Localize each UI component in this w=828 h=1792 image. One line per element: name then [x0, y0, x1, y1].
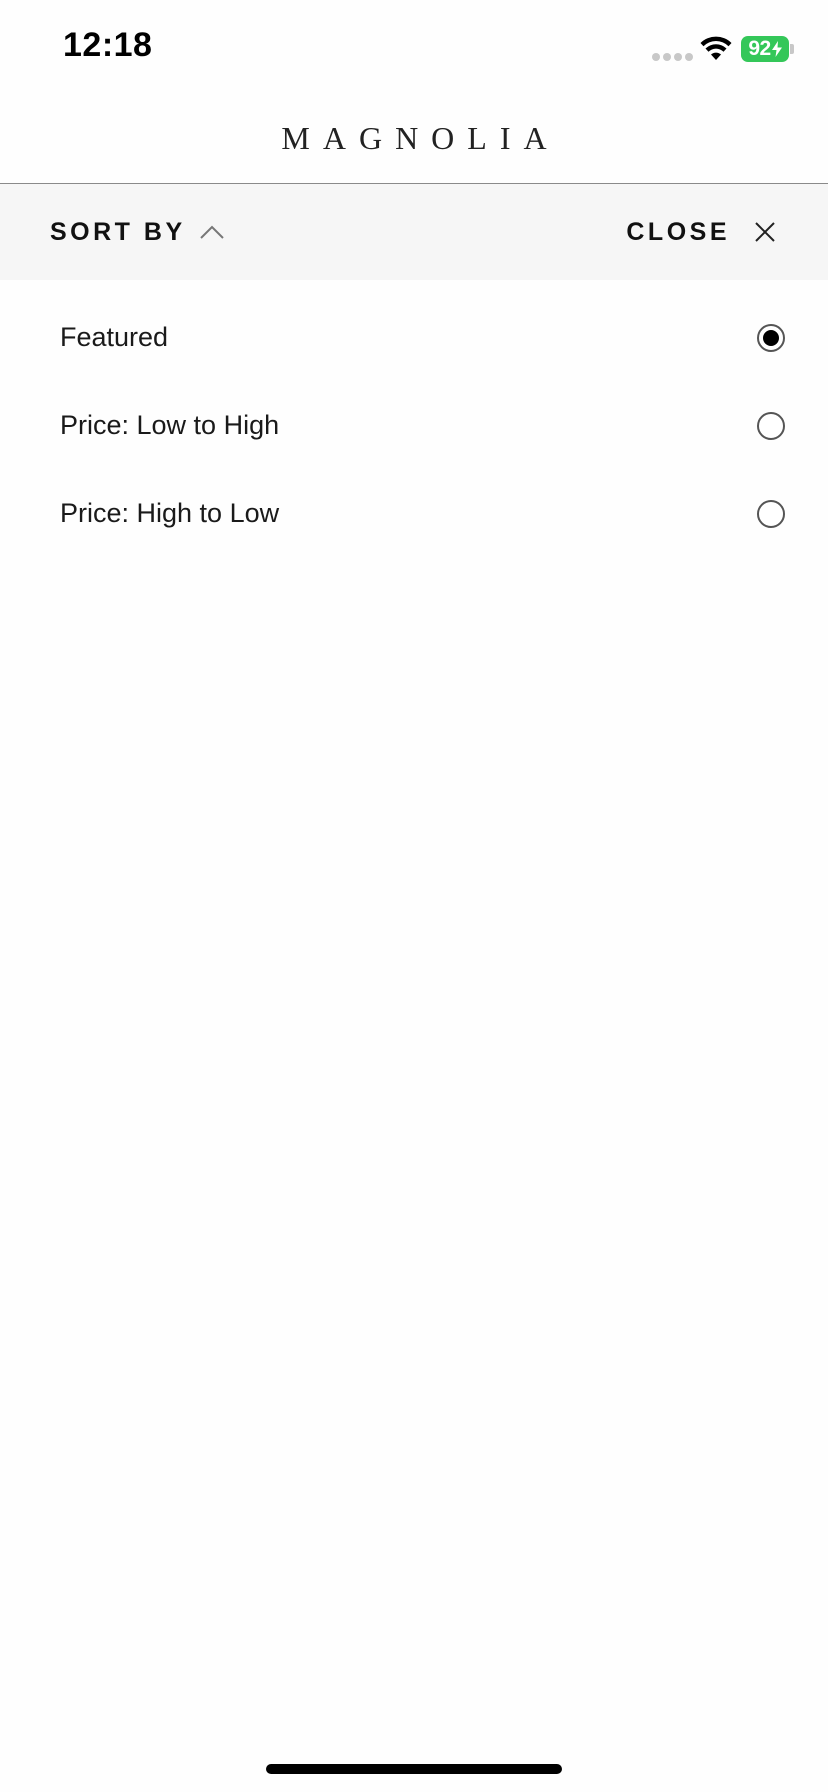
option-label: Featured	[60, 322, 169, 352]
sort-by-label: SORT BY	[50, 217, 186, 246]
option-label: Price: Low to High	[60, 410, 280, 440]
close-button[interactable]: CLOSE	[626, 184, 776, 280]
sort-options-list: Featured Price: Low to High Price: High …	[0, 296, 828, 560]
chevron-up-icon	[199, 225, 224, 239]
wifi-icon	[700, 36, 732, 60]
sort-option-price-high-to-low[interactable]: Price: High to Low	[0, 472, 828, 560]
radio-button[interactable]	[757, 412, 785, 440]
sort-option-featured[interactable]: Featured	[0, 296, 828, 384]
close-icon	[755, 222, 775, 242]
close-label: CLOSE	[626, 217, 730, 246]
radio-button[interactable]	[757, 324, 785, 352]
cellular-signal-icon	[652, 53, 693, 61]
battery-indicator: 92	[741, 36, 789, 62]
battery-level: 92	[748, 37, 771, 60]
home-indicator[interactable]	[266, 1764, 562, 1774]
sort-by-toggle[interactable]: SORT BY	[50, 184, 224, 280]
app-header: MAGNOLIA	[0, 100, 828, 184]
sort-option-price-low-to-high[interactable]: Price: Low to High	[0, 384, 828, 472]
brand-logo[interactable]: MAGNOLIA	[0, 120, 828, 157]
sort-bar: SORT BY CLOSE	[0, 184, 828, 280]
option-label: Price: High to Low	[60, 498, 280, 528]
battery-cap	[790, 44, 794, 54]
radio-button[interactable]	[757, 500, 785, 528]
status-bar: 12:18 92	[0, 0, 828, 100]
status-time: 12:18	[63, 26, 153, 64]
charging-bolt-icon	[771, 41, 782, 57]
